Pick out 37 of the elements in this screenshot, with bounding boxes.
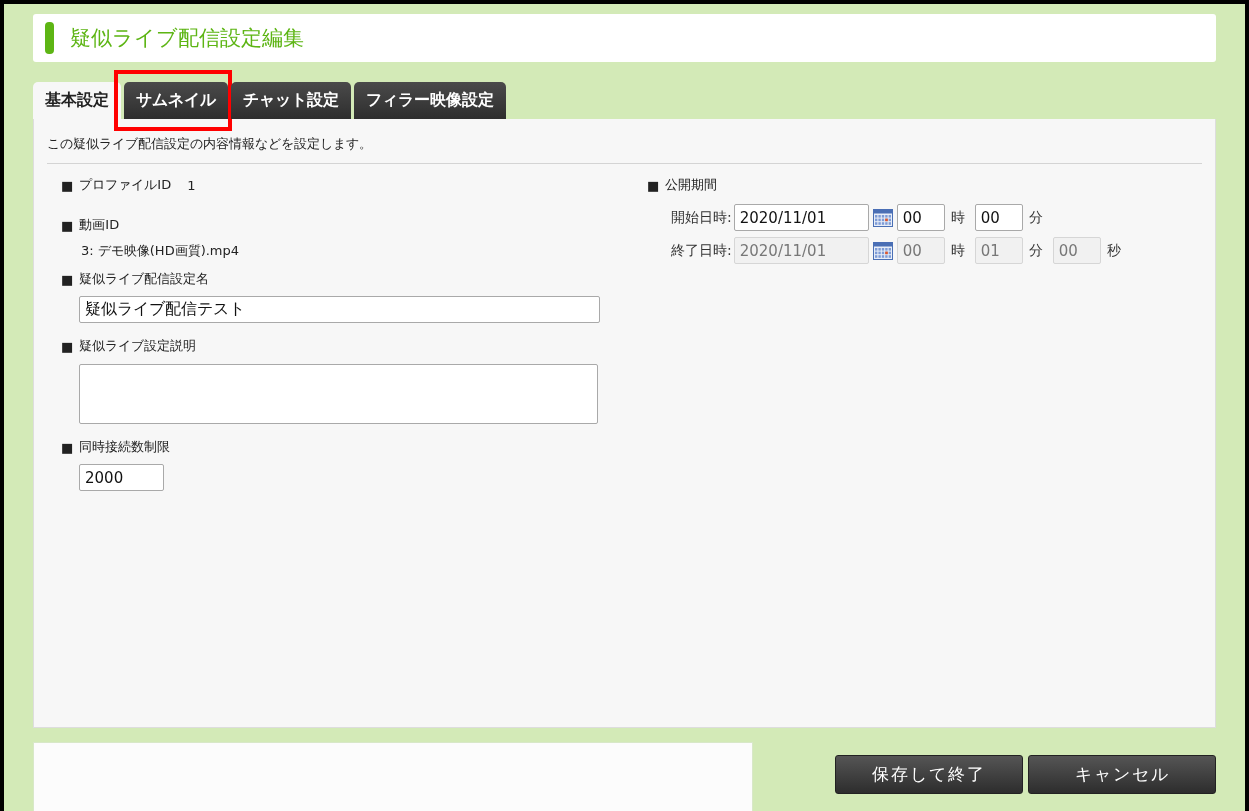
field-label: 疑似ライブ配信設定名 xyxy=(79,270,210,288)
tab[interactable]: サムネイル xyxy=(124,82,228,119)
square-marker: ■ xyxy=(61,217,74,233)
square-marker: ■ xyxy=(61,338,74,354)
time-unit: 秒 xyxy=(1106,241,1121,260)
calendar-icon[interactable] xyxy=(872,241,893,260)
number-input-field[interactable]: 2000 xyxy=(79,464,164,491)
time-input-field[interactable]: 00 xyxy=(974,204,1023,231)
field-label: 公開期間 xyxy=(665,176,718,194)
square-marker: ■ xyxy=(61,177,74,193)
page-title: 疑似ライブ配信設定編集 xyxy=(70,25,304,52)
date-label: 開始日時: xyxy=(671,208,732,227)
description-text: この疑似ライブ配信設定の内容情報などを設定します。 xyxy=(47,135,1202,164)
date-label: 終了日時: xyxy=(671,241,732,260)
field-label: プロファイルID xyxy=(79,176,172,194)
time-unit: 分 xyxy=(1028,241,1043,260)
field-value: 3: デモ映像(HD画質).mp4 xyxy=(80,242,241,260)
accent-bar xyxy=(45,22,54,54)
name-input-field[interactable]: 疑似ライブ配信テスト xyxy=(79,296,600,323)
square-marker: ■ xyxy=(61,271,74,287)
square-marker: ■ xyxy=(647,177,660,193)
field-label: 同時接続数制限 xyxy=(79,438,171,456)
calendar-icon[interactable] xyxy=(872,208,893,227)
square-marker: ■ xyxy=(61,439,74,455)
field-label: 動画ID xyxy=(79,216,120,234)
tab[interactable]: 基本設定 xyxy=(33,82,121,119)
tab[interactable]: チャット設定 xyxy=(231,82,351,119)
field-label: 疑似ライブ設定説明 xyxy=(79,337,197,355)
time-unit: 時 xyxy=(950,208,965,227)
field-value: 1 xyxy=(187,177,196,193)
cancel-button[interactable]: キャンセル xyxy=(1028,755,1216,794)
time-unit: 分 xyxy=(1028,208,1043,227)
save-button[interactable]: 保存して終了 xyxy=(835,755,1023,794)
date-input-field[interactable]: 2020/11/01 xyxy=(733,204,869,231)
time-unit: 時 xyxy=(950,241,965,260)
time-input-field[interactable]: 00 xyxy=(896,204,945,231)
tab[interactable]: フィラー映像設定 xyxy=(354,82,506,119)
